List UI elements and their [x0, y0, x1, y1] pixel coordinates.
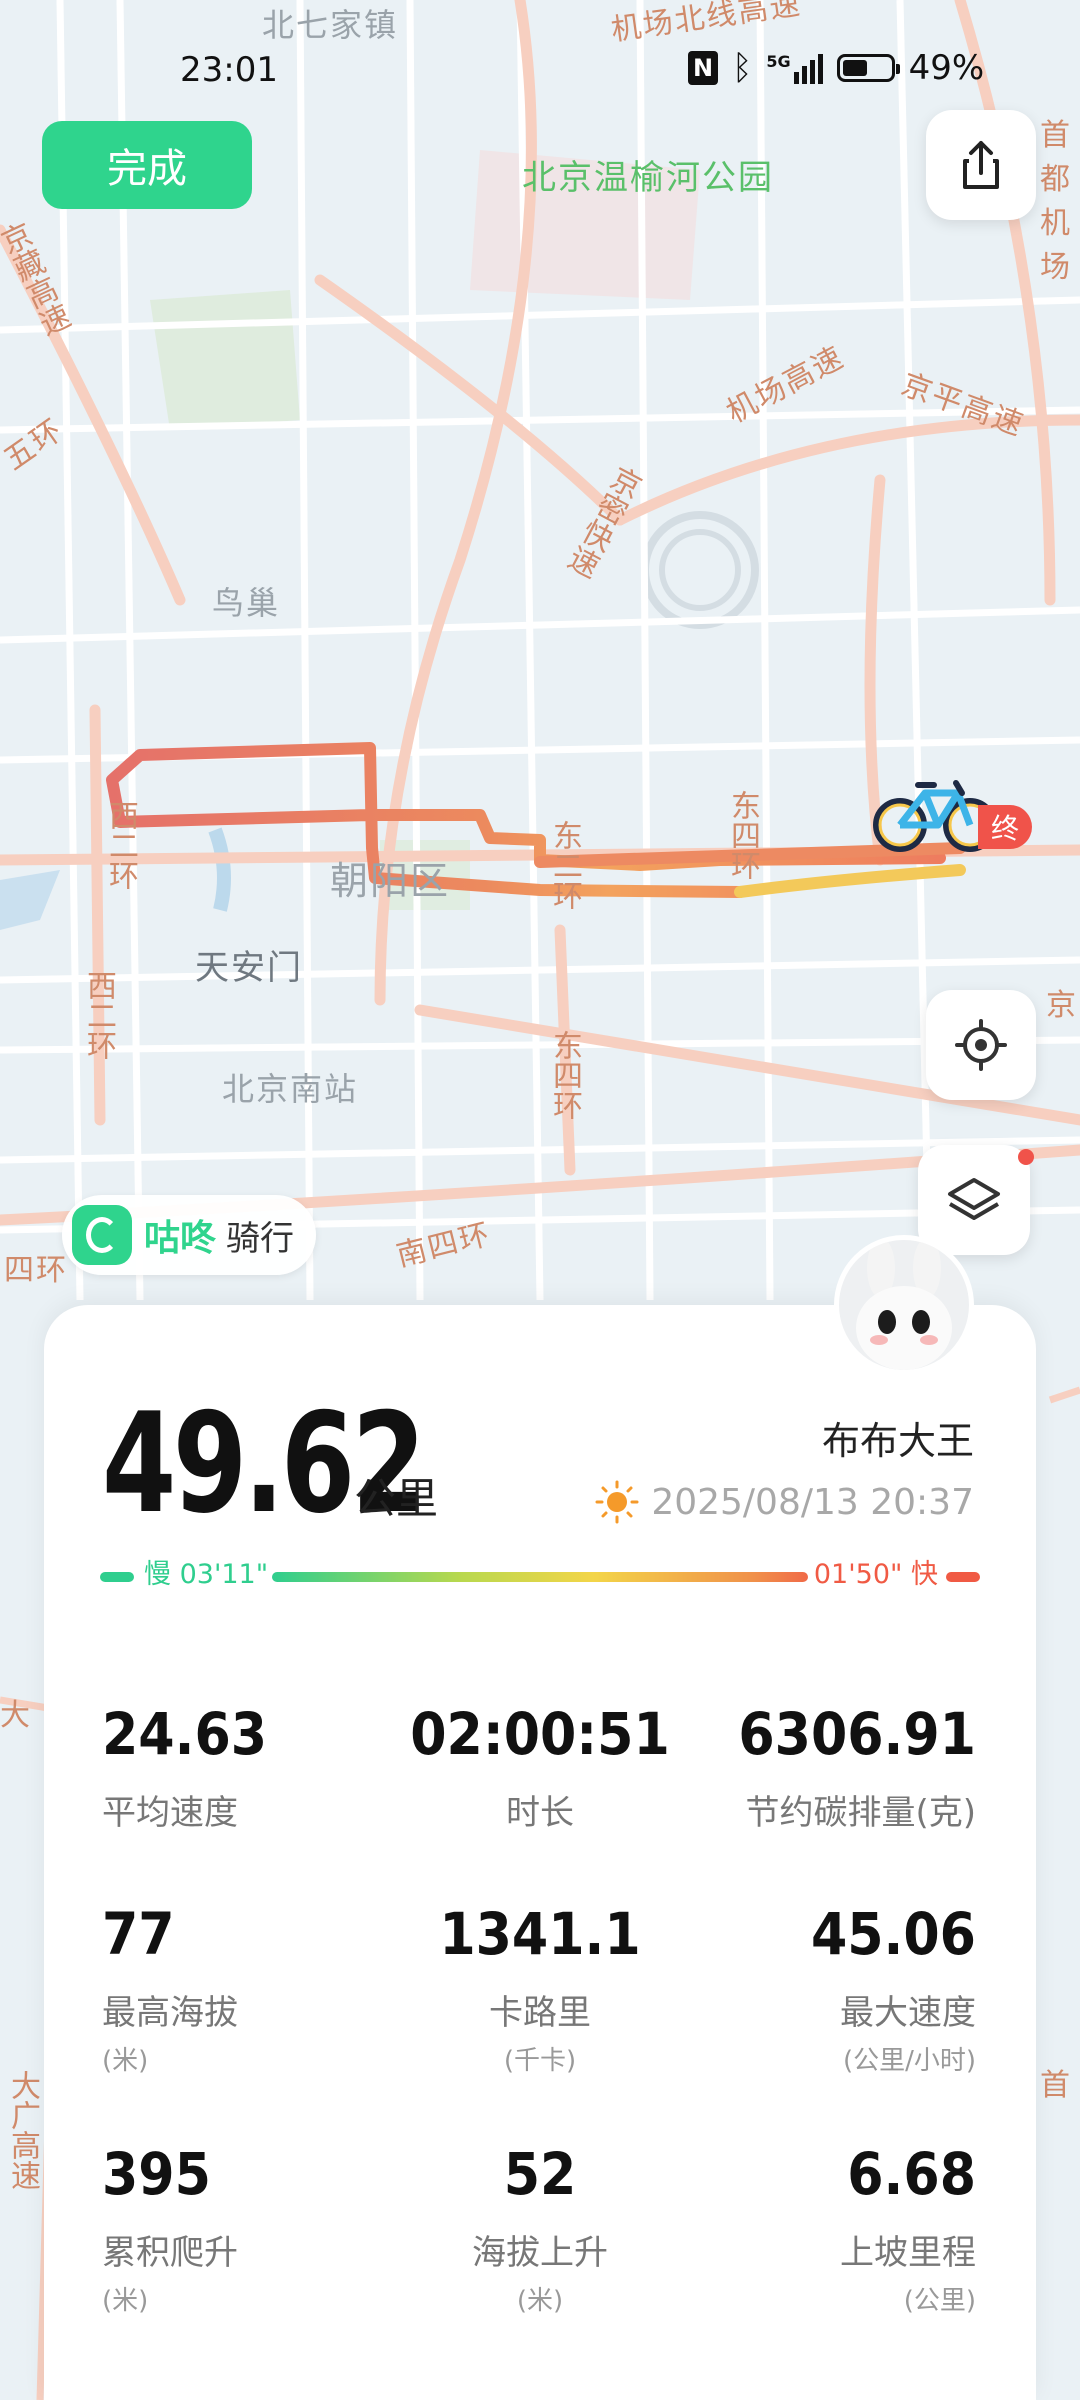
- sun-icon: [595, 1480, 639, 1524]
- bunny-avatar-icon: [856, 1240, 952, 1370]
- share-icon: [963, 141, 999, 189]
- stat-label: 累积爬升: [102, 2233, 238, 2273]
- stat-label: 节约碳排量(克): [745, 1793, 976, 1833]
- stat-avg-speed: 24.63 平均速度: [102, 1705, 422, 1834]
- stat-value: 52: [503, 2140, 577, 2208]
- map-label-chaoyang: 朝阳区: [330, 859, 451, 903]
- map-label-nest: 鸟巢: [212, 584, 281, 622]
- stat-value: 1341.1: [439, 1900, 641, 1968]
- map-label-tiananmen: 天安门: [195, 948, 303, 988]
- stat-value: 77: [102, 1900, 175, 1968]
- map-label-shou: 首: [1040, 2068, 1072, 2103]
- map-label-beiqijia: 北七家镇: [262, 6, 399, 44]
- map-label-west-2nd-b: 西二环: [81, 970, 116, 1060]
- stat-value: 6.68: [847, 2140, 976, 2208]
- signal-icon: 5G: [766, 52, 823, 84]
- route-end-marker[interactable]: 终: [870, 775, 1032, 859]
- distance-unit: 公里: [354, 1474, 439, 1523]
- brand-chip: 咕咚 骑行: [62, 1195, 317, 1275]
- stat-value: 6306.91: [738, 1700, 976, 1768]
- stat-label: 最大速度: [840, 1993, 976, 2033]
- stat-label: 平均速度: [102, 1793, 238, 1833]
- map-label-east-3rd: 东四环: [725, 790, 760, 880]
- pace-fast-label: 01'50" 快: [813, 1559, 938, 1590]
- pace-fast-swatch: [946, 1572, 980, 1582]
- stat-value: 395: [102, 2140, 211, 2208]
- nfc-icon: N: [688, 51, 718, 85]
- avatar[interactable]: [834, 1235, 974, 1375]
- map-label-daxing: 大广高速: [5, 2070, 40, 2190]
- stat-total-climb: 395 累积爬升 (米): [102, 2145, 422, 2317]
- end-badge: 终: [978, 805, 1032, 849]
- stat-unit: (千卡): [503, 2046, 577, 2076]
- locate-button[interactable]: [926, 990, 1036, 1100]
- notification-dot: [1018, 1149, 1034, 1165]
- stat-max-speed: 45.06 最大速度 (公里/小时): [656, 1905, 976, 2077]
- share-button[interactable]: [926, 110, 1036, 220]
- stat-value: 24.63: [102, 1700, 268, 1768]
- map-label-da: 大: [0, 1698, 32, 1733]
- stat-uphill-distance: 6.68 上坡里程 (公里): [656, 2145, 976, 2317]
- codoon-logo-icon: [72, 1205, 132, 1265]
- stat-unit: (米): [102, 2286, 149, 2316]
- battery-icon: [836, 54, 900, 82]
- pace-slow-label: 慢 03'11": [144, 1559, 269, 1590]
- map-label-east-2nd: 东二环: [547, 820, 582, 910]
- stat-max-altitude: 77 最高海拔 (米): [102, 1905, 422, 2077]
- layers-button[interactable]: [918, 1145, 1034, 1255]
- stat-unit: (米): [516, 2286, 564, 2316]
- bluetooth-icon: ᛒ: [732, 48, 753, 88]
- map-label-east-4th: 东四环: [547, 1030, 582, 1120]
- stat-label: 上坡里程: [840, 2233, 976, 2273]
- done-button[interactable]: 完成: [42, 121, 252, 209]
- layers-icon: [948, 1178, 1000, 1220]
- locate-icon: [955, 1019, 1007, 1071]
- map-label-beijing-south: 北京南站: [222, 1070, 359, 1108]
- map-label-park: 北京温榆河公园: [522, 158, 774, 198]
- stat-label: 卡路里: [489, 1993, 591, 2033]
- stat-value: 45.06: [810, 1900, 976, 1968]
- stat-unit: (米): [102, 2046, 149, 2076]
- stat-label: 海拔上升: [472, 2233, 608, 2273]
- stat-elevation-gain: 52 海拔上升 (米): [380, 2145, 700, 2317]
- map-label-capital: 首都机场: [1040, 118, 1072, 285]
- summary-card: 49.62 公里 布布大王 2025/08/13 20:37 慢 03'11" …: [44, 1235, 1036, 2400]
- stat-calories: 1341.1 卡路里 (千卡): [380, 1905, 700, 2077]
- brand-name: 咕咚: [144, 1218, 217, 1259]
- status-icons: N ᛒ 5G 49%: [688, 48, 984, 88]
- user-name: 布布大王: [821, 1419, 974, 1463]
- battery-level: 49%: [908, 48, 985, 88]
- activity-type: 骑行: [226, 1218, 295, 1259]
- pace-gradient-bar: [272, 1572, 808, 1582]
- network-type: 5G: [766, 52, 791, 71]
- activity-datetime: 2025/08/13 20:37: [651, 1481, 974, 1523]
- stat-label: 最高海拔: [102, 1993, 238, 2033]
- pace-slow-swatch: [100, 1572, 134, 1582]
- map-label-west-2nd-a: 西二环: [103, 800, 138, 890]
- map-label-four-west: 四环: [4, 1253, 68, 1288]
- date-row: 2025/08/13 20:37: [595, 1480, 974, 1524]
- stat-unit: (公里): [903, 2286, 976, 2316]
- status-time: 23:01: [180, 50, 278, 90]
- stat-carbon-saved: 6306.91 节约碳排量(克): [616, 1705, 976, 1834]
- map-label-jing: 京: [1046, 988, 1078, 1023]
- stat-unit: (公里/小时): [842, 2046, 976, 2076]
